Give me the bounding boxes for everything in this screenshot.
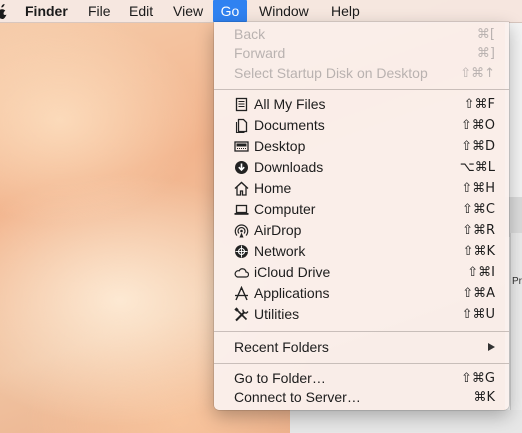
background-window-bottom bbox=[290, 410, 522, 433]
menu-item-label: iCloud Drive bbox=[254, 264, 331, 280]
go-menu-dropdown: Back ⌘[ Forward ⌘] Select Startup Disk o… bbox=[214, 22, 509, 410]
menu-item-shortcut: ⌘] bbox=[476, 46, 495, 61]
menu-item-shortcut: ⇧⌘F bbox=[463, 97, 495, 112]
menu-item-label: Back bbox=[234, 26, 266, 42]
menu-item-label: Computer bbox=[254, 201, 316, 217]
menu-item-label: Utilities bbox=[254, 306, 300, 322]
utilities-icon bbox=[234, 307, 249, 322]
menu-item-label: Forward bbox=[234, 45, 286, 61]
menu-item-utilities[interactable]: Utilities ⇧⌘U bbox=[214, 304, 509, 325]
menu-item-shortcut: ⇧⌘U bbox=[461, 307, 495, 322]
menu-item-desktop[interactable]: Desktop ⇧⌘D bbox=[214, 136, 509, 157]
menu-item-shortcut: ⇧⌘C bbox=[462, 202, 495, 217]
menu-item-label: Documents bbox=[254, 117, 325, 133]
menu-item-shortcut: ⇧⌘G bbox=[461, 371, 495, 386]
network-icon bbox=[235, 245, 248, 258]
menu-item-shortcut: ⇧⌘A bbox=[462, 286, 495, 301]
menu-item-label: Home bbox=[254, 180, 292, 196]
menu-item-shortcut: ⌘K bbox=[473, 390, 495, 405]
menu-item-network[interactable]: Network ⇧⌘K bbox=[214, 241, 509, 262]
apple-menu[interactable] bbox=[0, 0, 8, 22]
airdrop-icon bbox=[234, 224, 249, 238]
menu-help[interactable]: Help bbox=[331, 0, 360, 22]
menu-go[interactable]: Go bbox=[213, 0, 247, 22]
menu-item-all-my-files[interactable]: All My Files ⇧⌘F bbox=[214, 94, 509, 115]
background-partial-label: Pr bbox=[512, 276, 522, 287]
menu-item-go-to-folder[interactable]: Go to Folder… ⇧⌘G bbox=[214, 368, 509, 389]
all-my-files-icon bbox=[235, 97, 248, 112]
menu-item-icloud-drive[interactable]: iCloud Drive ⇧⌘I bbox=[214, 262, 509, 283]
menu-item-forward[interactable]: Forward ⌘] bbox=[214, 43, 509, 64]
menu-item-recent-folders[interactable]: Recent Folders bbox=[214, 337, 509, 358]
apple-icon bbox=[0, 4, 7, 19]
menu-item-shortcut: ⇧⌘↑ bbox=[460, 66, 495, 81]
menu-edit[interactable]: Edit bbox=[129, 0, 153, 22]
menu-item-shortcut: ⇧⌘H bbox=[461, 181, 495, 196]
menu-item-airdrop[interactable]: AirDrop ⇧⌘R bbox=[214, 220, 509, 241]
menu-item-label: Go to Folder… bbox=[234, 370, 326, 386]
menu-item-downloads[interactable]: Downloads ⌥⌘L bbox=[214, 157, 509, 178]
menu-item-label: Downloads bbox=[254, 159, 324, 175]
menu-item-label: Desktop bbox=[254, 138, 306, 154]
menu-separator bbox=[214, 331, 509, 332]
menu-item-shortcut: ⇧⌘K bbox=[462, 244, 495, 259]
menu-item-label: AirDrop bbox=[254, 222, 302, 238]
downloads-icon bbox=[235, 161, 248, 174]
menu-item-shortcut: ⇧⌘O bbox=[460, 118, 495, 133]
menu-item-select-startup-disk[interactable]: Select Startup Disk on Desktop ⇧⌘↑ bbox=[214, 63, 509, 84]
menu-window[interactable]: Window bbox=[259, 0, 309, 22]
menu-item-shortcut: ⇧⌘I bbox=[467, 265, 495, 280]
menu-item-shortcut: ⌥⌘L bbox=[459, 160, 495, 175]
menu-item-shortcut: ⌘[ bbox=[476, 27, 495, 42]
menu-item-connect-to-server[interactable]: Connect to Server… ⌘K bbox=[214, 387, 509, 408]
menu-view[interactable]: View bbox=[173, 0, 203, 22]
menu-item-back[interactable]: Back ⌘[ bbox=[214, 24, 509, 45]
menu-item-label: Connect to Server… bbox=[234, 389, 361, 405]
home-icon bbox=[234, 181, 249, 196]
menu-item-home[interactable]: Home ⇧⌘H bbox=[214, 178, 509, 199]
background-window-panel bbox=[510, 233, 522, 433]
menu-item-label: Network bbox=[254, 243, 306, 259]
menu-separator bbox=[214, 89, 509, 90]
menu-item-shortcut: ⇧⌘R bbox=[462, 223, 495, 238]
menu-item-documents[interactable]: Documents ⇧⌘O bbox=[214, 115, 509, 136]
menu-separator bbox=[214, 363, 509, 364]
computer-icon bbox=[234, 204, 249, 215]
menu-item-label: Select Startup Disk on Desktop bbox=[234, 65, 428, 81]
submenu-arrow-icon bbox=[488, 343, 495, 351]
menu-item-applications[interactable]: Applications ⇧⌘A bbox=[214, 283, 509, 304]
menu-item-label: All My Files bbox=[254, 96, 326, 112]
menu-item-shortcut: ⇧⌘D bbox=[461, 139, 495, 154]
icloud-icon bbox=[234, 268, 249, 278]
applications-icon bbox=[235, 286, 248, 301]
menu-finder[interactable]: Finder bbox=[25, 0, 68, 22]
menu-item-computer[interactable]: Computer ⇧⌘C bbox=[214, 199, 509, 220]
desktop-icon bbox=[234, 141, 249, 152]
menu-bar: Finder File Edit View Go Window Help bbox=[0, 0, 522, 23]
menu-item-label: Recent Folders bbox=[234, 339, 329, 355]
documents-icon bbox=[235, 118, 248, 133]
menu-item-label: Applications bbox=[254, 285, 330, 301]
menu-file[interactable]: File bbox=[88, 0, 111, 22]
